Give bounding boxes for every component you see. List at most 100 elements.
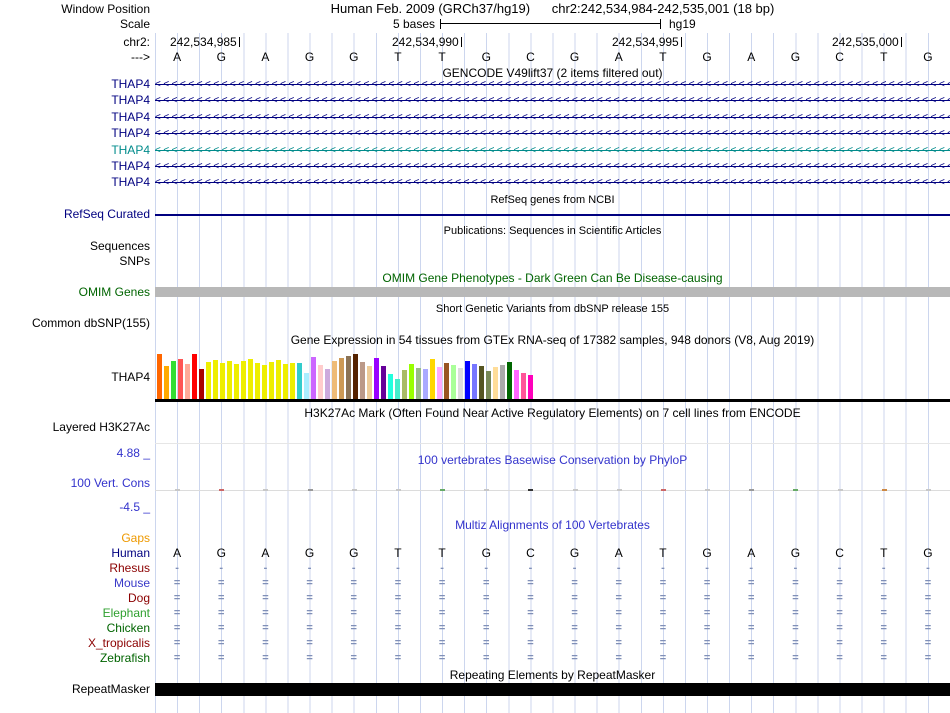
gtex-expression-bar[interactable] xyxy=(416,368,421,399)
gtex-expression-bar[interactable] xyxy=(171,361,176,399)
gtex-expression-bar[interactable] xyxy=(493,367,498,399)
multiz-species-row[interactable]: Dog = = = = = = = = = = = = = = = = = = xyxy=(0,591,950,605)
gencode-transcript-label[interactable]: THAP4 xyxy=(0,160,150,173)
publications-title-row[interactable]: Publications: Sequences in Scientific Ar… xyxy=(0,224,950,238)
gtex-expression-bar[interactable] xyxy=(325,369,330,399)
gtex-expression-bar[interactable] xyxy=(318,365,323,399)
gtex-expression-bar[interactable] xyxy=(157,354,162,399)
gtex-expression-bar[interactable] xyxy=(269,362,274,399)
phylop-conservation-track[interactable] xyxy=(155,486,950,494)
gtex-expression-bar[interactable] xyxy=(458,368,463,399)
omim-label[interactable]: OMIM Genes xyxy=(0,285,150,299)
species-label[interactable]: Chicken xyxy=(0,621,150,635)
multiz-species-row[interactable]: X_tropicalis = = = = = = = = = = = = = = = = = = xyxy=(0,636,950,650)
multiz-species-row[interactable]: Elephant = = = = = = = = = = = = = = = = = = xyxy=(0,606,950,620)
gtex-expression-bar[interactable] xyxy=(283,364,288,399)
species-label[interactable]: Human xyxy=(0,546,150,560)
phylop-title-row[interactable]: 100 vertebrates Basewise Conservation by… xyxy=(0,453,950,467)
gencode-transcript-row[interactable]: THAP4 <<<<<<<<<<<<<<<<<<<<<<<<<<<<<<<<<<<… xyxy=(0,110,950,124)
gtex-expression-bar[interactable] xyxy=(374,358,379,399)
gencode-transcript-row[interactable]: THAP4 <<<<<<<<<<<<<<<<<<<<<<<<<<<<<<<<<<<… xyxy=(0,127,950,140)
gtex-expression-bar[interactable] xyxy=(255,363,260,399)
publications-sequences-row[interactable]: Sequences xyxy=(0,239,950,253)
ucsc-genome-browser-image[interactable]: Window Position Human Feb. 2009 (GRCh37/… xyxy=(0,0,950,713)
gtex-expression-bar[interactable] xyxy=(262,365,267,399)
repeatmasker-label[interactable]: RepeatMasker xyxy=(0,682,150,696)
gtex-expression-bar[interactable] xyxy=(192,354,197,399)
phylop-label[interactable]: 100 Vert. Cons xyxy=(0,476,150,490)
omim-gene-bar[interactable] xyxy=(155,287,950,297)
multiz-species-row[interactable]: Gaps xyxy=(0,531,950,545)
gtex-expression-bar[interactable] xyxy=(213,360,218,399)
gtex-expression-bar[interactable] xyxy=(227,361,232,399)
gencode-transcript-label[interactable]: THAP4 xyxy=(0,143,150,157)
gtex-expression-bar[interactable] xyxy=(311,357,316,399)
gtex-expression-bar[interactable] xyxy=(297,363,302,399)
gtex-expression-bar[interactable] xyxy=(451,365,456,399)
multiz-species-row[interactable]: Chicken = = = = = = = = = = = = = = = = = = xyxy=(0,621,950,635)
gtex-expression-bar[interactable] xyxy=(185,364,190,399)
h3k27ac-title-row[interactable]: H3K27Ac Mark (Often Found Near Active Re… xyxy=(0,406,950,420)
gencode-transcript-row[interactable]: THAP4 <<<<<<<<<<<<<<<<<<<<<<<<<<<<<<<<<<<… xyxy=(0,176,950,189)
sequences-label[interactable]: Sequences xyxy=(0,239,150,253)
species-label[interactable]: Zebrafish xyxy=(0,651,150,665)
multiz-species-row[interactable]: Zebrafish = = = = = = = = = = = = = = = = = = xyxy=(0,651,950,665)
multiz-species-row[interactable]: Rhesus - - - - - - - - - - - - - - - - - - xyxy=(0,561,950,575)
dbsnp-label[interactable]: Common dbSNP(155) xyxy=(0,316,150,330)
multiz-species-row[interactable]: Mouse = = = = = = = = = = = = = = = = = = xyxy=(0,576,950,590)
gencode-transcript-label[interactable]: THAP4 xyxy=(0,176,150,189)
gtex-expression-bar[interactable] xyxy=(206,362,211,399)
gtex-title-row[interactable]: Gene Expression in 54 tissues from GTEx … xyxy=(0,333,950,347)
gtex-expression-bar[interactable] xyxy=(430,359,435,399)
gtex-expression-bar[interactable] xyxy=(486,371,491,399)
gtex-gene-label[interactable]: THAP4 xyxy=(0,370,150,384)
gtex-expression-bar[interactable] xyxy=(199,369,204,399)
gtex-expression-bar[interactable] xyxy=(402,370,407,399)
gtex-expression-bar[interactable] xyxy=(367,366,372,399)
gtex-expression-chart[interactable] xyxy=(155,351,950,399)
gtex-expression-bar[interactable] xyxy=(479,366,484,399)
gtex-expression-bar[interactable] xyxy=(360,362,365,399)
refseq-gene-bar[interactable] xyxy=(155,214,950,216)
gtex-expression-bar[interactable] xyxy=(248,359,253,399)
gtex-expression-bar[interactable] xyxy=(500,365,505,399)
gtex-expression-bar[interactable] xyxy=(241,361,246,399)
gencode-transcript-label[interactable]: THAP4 xyxy=(0,94,150,107)
multiz-species-row[interactable]: Human A G A G G T T G C G A T G A G C T G xyxy=(0,546,950,560)
gtex-expression-bar[interactable] xyxy=(465,361,470,399)
gencode-transcript-row[interactable]: THAP4 <<<<<<<<<<<<<<<<<<<<<<<<<<<<<<<<<<<… xyxy=(0,78,950,91)
gtex-expression-bar[interactable] xyxy=(395,379,400,399)
gtex-expression-bar[interactable] xyxy=(528,375,533,399)
gencode-transcript-row[interactable]: THAP4 <<<<<<<<<<<<<<<<<<<<<<<<<<<<<<<<<<<… xyxy=(0,143,950,157)
gtex-expression-bar[interactable] xyxy=(290,363,295,399)
gencode-transcript-label[interactable]: THAP4 xyxy=(0,110,150,124)
dbsnp-row[interactable]: Common dbSNP(155) xyxy=(0,316,950,330)
gencode-transcript-label[interactable]: THAP4 xyxy=(0,78,150,91)
gencode-transcript-row[interactable]: THAP4 <<<<<<<<<<<<<<<<<<<<<<<<<<<<<<<<<<<… xyxy=(0,94,950,107)
gtex-expression-bar[interactable] xyxy=(339,358,344,399)
gtex-expression-bar[interactable] xyxy=(164,366,169,399)
species-label[interactable]: Elephant xyxy=(0,606,150,620)
gencode-transcript-row[interactable]: THAP4 <<<<<<<<<<<<<<<<<<<<<<<<<<<<<<<<<<<… xyxy=(0,160,950,173)
refseq-label[interactable]: RefSeq Curated xyxy=(0,207,150,221)
gtex-expression-bar[interactable] xyxy=(178,359,183,399)
gtex-expression-bar[interactable] xyxy=(353,354,358,399)
species-label[interactable]: Gaps xyxy=(0,531,150,545)
dbsnp-title-row[interactable]: Short Genetic Variants from dbSNP releas… xyxy=(0,302,950,316)
gtex-expression-bar[interactable] xyxy=(437,367,442,399)
h3k27ac-row[interactable]: Layered H3K27Ac xyxy=(0,420,950,434)
coordinates-row[interactable]: chr2: 242,534,985 242,534,990 242,534,995 2… xyxy=(0,35,950,49)
gtex-expression-bar[interactable] xyxy=(332,361,337,399)
gtex-expression-bar[interactable] xyxy=(304,373,309,399)
species-label[interactable]: Dog xyxy=(0,591,150,605)
h3k27ac-label[interactable]: Layered H3K27Ac xyxy=(0,420,150,434)
gencode-transcript-label[interactable]: THAP4 xyxy=(0,127,150,140)
gtex-expression-bar[interactable] xyxy=(276,360,281,399)
gtex-expression-bar[interactable] xyxy=(346,356,351,399)
species-label[interactable]: X_tropicalis xyxy=(0,636,150,650)
publications-snps-row[interactable]: SNPs xyxy=(0,254,950,268)
refseq-title-row[interactable]: RefSeq genes from NCBI xyxy=(0,193,950,207)
gtex-expression-bar[interactable] xyxy=(423,369,428,399)
gtex-expression-bar[interactable] xyxy=(514,370,519,399)
repeatmasker-element-bar[interactable] xyxy=(155,683,950,696)
